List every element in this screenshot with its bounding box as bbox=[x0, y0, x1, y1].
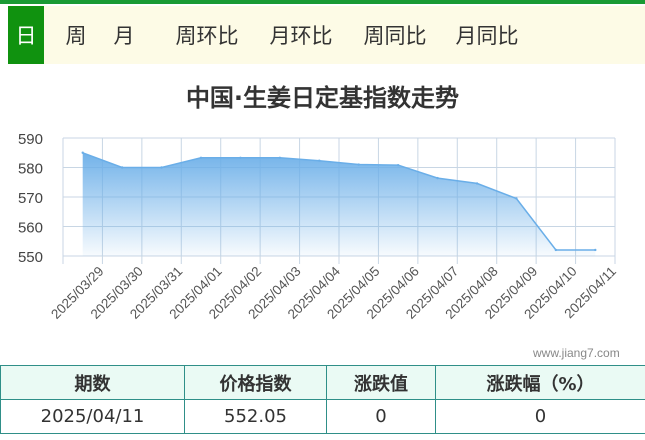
data-point bbox=[160, 166, 163, 169]
table-row: 2025/04/11 552.05 0 0 bbox=[0, 399, 645, 434]
data-point bbox=[199, 156, 203, 159]
header-change-value: 涨跌值 bbox=[326, 365, 436, 400]
tab-week[interactable]: 周 bbox=[52, 6, 100, 64]
data-point bbox=[515, 197, 518, 200]
cell-change-percent: 0 bbox=[435, 399, 645, 434]
data-point bbox=[436, 176, 439, 180]
data-point bbox=[357, 163, 360, 166]
tab-day[interactable]: 日 bbox=[8, 6, 44, 64]
tab-month-mom[interactable]: 月环比 bbox=[264, 6, 338, 64]
y-tick-label: 570 bbox=[18, 190, 43, 207]
y-tick-label: 580 bbox=[18, 161, 43, 178]
index-area-chart: 5505605705805902025/03/292025/03/302025/… bbox=[18, 131, 619, 322]
table-header-row: 期数 价格指数 涨跌值 涨跌幅（%） bbox=[0, 365, 645, 400]
cell-change-value: 0 bbox=[326, 399, 436, 434]
data-point bbox=[81, 151, 84, 154]
y-tick-label: 590 bbox=[18, 131, 43, 148]
header-period: 期数 bbox=[0, 365, 185, 400]
period-tabs: 日 周 月 周环比 月环比 周同比 月同比 bbox=[8, 6, 645, 64]
summary-table: 期数 价格指数 涨跌值 涨跌幅（%） 2025/04/11 552.05 0 0 bbox=[0, 365, 645, 434]
data-point bbox=[396, 163, 400, 167]
tab-month[interactable]: 月 bbox=[100, 6, 148, 64]
cell-period: 2025/04/11 bbox=[0, 399, 185, 434]
data-point bbox=[475, 182, 479, 185]
data-point bbox=[278, 156, 282, 159]
y-tick-label: 560 bbox=[18, 220, 43, 237]
chart-title: 中国·生姜日定基指数走势 bbox=[185, 84, 460, 112]
data-point bbox=[318, 159, 321, 162]
area-fill bbox=[82, 152, 596, 256]
watermark: www.jiang7.com bbox=[533, 346, 620, 360]
header-change-percent: 涨跌幅（%） bbox=[435, 365, 645, 400]
data-point bbox=[239, 156, 242, 159]
data-point bbox=[594, 248, 597, 252]
cell-price-index: 552.05 bbox=[184, 399, 327, 434]
top-rule bbox=[0, 0, 645, 4]
data-point bbox=[554, 248, 558, 252]
header-price-index: 价格指数 bbox=[184, 365, 327, 400]
tab-month-yoy[interactable]: 月同比 bbox=[450, 6, 524, 64]
tab-week-mom[interactable]: 周环比 bbox=[170, 6, 244, 64]
tab-week-yoy[interactable]: 周同比 bbox=[358, 6, 432, 64]
data-point bbox=[120, 166, 124, 169]
y-tick-label: 550 bbox=[18, 249, 43, 266]
